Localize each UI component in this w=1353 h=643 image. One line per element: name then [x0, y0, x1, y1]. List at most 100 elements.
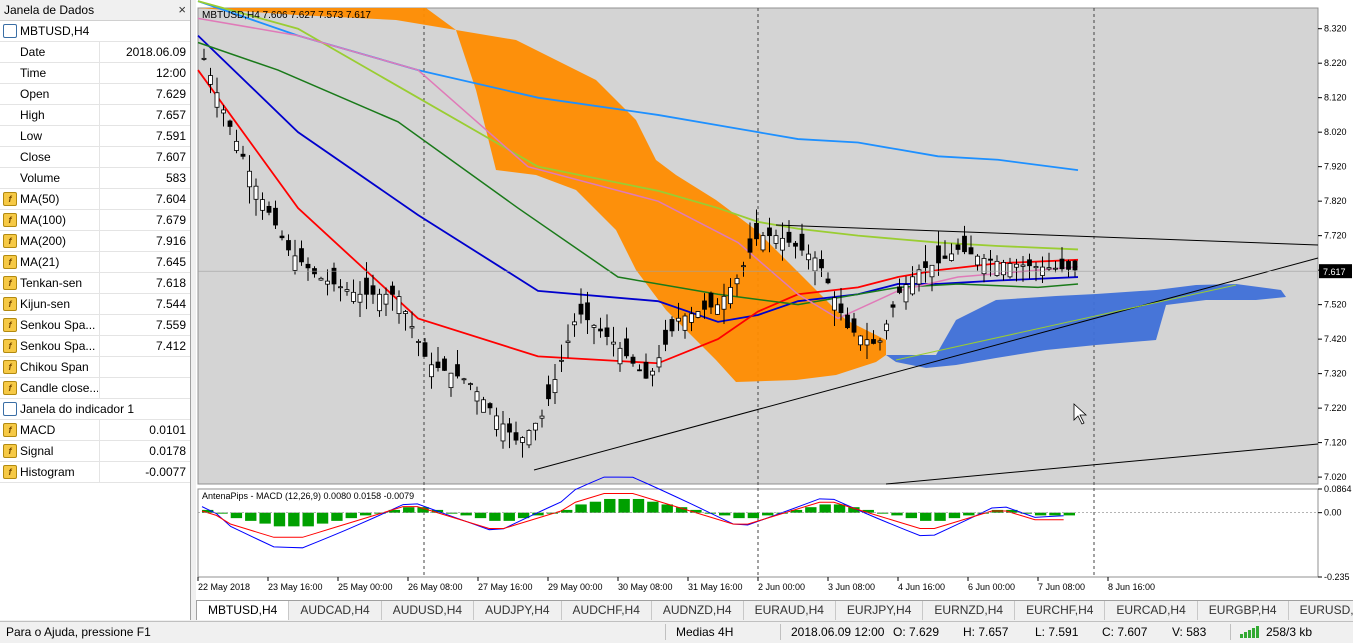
- data-row: Date 2018.06.09: [0, 42, 190, 63]
- candle-body: [1059, 258, 1065, 270]
- macd-histogram-bar: [245, 512, 257, 521]
- indicator-function-icon: f: [3, 192, 17, 206]
- candle-body: [1001, 262, 1006, 276]
- candle-body: [442, 358, 447, 371]
- macd-histogram-bar: [934, 512, 946, 521]
- data-row-value: 7.645: [155, 255, 186, 269]
- macd-histogram-bar: [805, 507, 817, 513]
- candle-body: [520, 437, 525, 443]
- data-row-label: MA(100): [20, 213, 67, 227]
- candle-body: [695, 311, 701, 318]
- data-row-value: 0.0101: [149, 423, 186, 437]
- subwindow-group-row: Janela do indicador 1: [0, 399, 190, 420]
- macd-histogram-bar: [718, 512, 731, 516]
- data-row: f Signal 0.0178: [0, 441, 190, 462]
- close-icon[interactable]: ×: [178, 0, 186, 20]
- candle-body: [643, 361, 649, 379]
- time-axis-label: 6 Jun 00:00: [968, 582, 1015, 592]
- tab-audnzd-h4[interactable]: AUDNZD,H4: [652, 601, 744, 620]
- candle-body: [390, 285, 395, 295]
- data-row-label: Histogram: [20, 465, 75, 479]
- candle-body: [858, 335, 863, 346]
- candle-body: [325, 280, 330, 285]
- candle-body: [299, 248, 304, 263]
- tab-euraud-h4[interactable]: EURAUD,H4: [744, 601, 836, 620]
- macd-histogram-bar: [1049, 512, 1061, 516]
- data-row-value: 583: [165, 171, 186, 185]
- data-row: f Senkou Spa... 7.559: [0, 315, 190, 336]
- data-row-value: 7.604: [155, 192, 186, 206]
- tab-audcad-h4[interactable]: AUDCAD,H4: [289, 601, 382, 620]
- data-row: f Senkou Spa... 7.412: [0, 336, 190, 357]
- macd-histogram-bar: [503, 512, 515, 521]
- tab-eurjpy-h4[interactable]: EURJPY,H4: [836, 601, 924, 620]
- status-open: O: 7.629: [893, 625, 940, 639]
- candle-body: [240, 153, 246, 157]
- data-row-value: 7.679: [155, 213, 186, 227]
- macd-histogram-bar: [647, 501, 659, 513]
- candle-body: [533, 422, 538, 431]
- candle-body: [669, 319, 675, 332]
- help-text: Para o Ajuda, pressione F1: [6, 625, 151, 639]
- tab-eurnzd-h4[interactable]: EURNZD,H4: [923, 601, 1016, 620]
- data-row-label: MACD: [20, 423, 56, 437]
- tab-eurcad-h4[interactable]: EURCAD,H4: [1105, 601, 1198, 620]
- tab-eurusd-h4[interactable]: EURUSD,H4: [1289, 601, 1353, 620]
- candle-body: [1046, 267, 1052, 270]
- candle-body: [747, 238, 753, 253]
- data-row-label: Kijun-sen: [20, 297, 71, 311]
- candle-body: [799, 233, 805, 251]
- macd-histogram-bar: [259, 512, 271, 524]
- candle-body: [435, 361, 441, 368]
- macd-histogram-bar: [1034, 512, 1047, 516]
- data-row-value: 7.412: [155, 339, 186, 353]
- candle-body: [344, 289, 350, 292]
- indicator-window-icon: [3, 402, 17, 416]
- candle-body: [955, 244, 961, 250]
- candle-body: [279, 235, 285, 239]
- tab-mbtusd-h4[interactable]: MBTUSD,H4: [196, 601, 290, 620]
- indicator-function-icon: f: [3, 318, 17, 332]
- candle-body: [227, 120, 233, 127]
- macd-histogram-bar: [905, 512, 918, 519]
- candle-body: [708, 292, 714, 308]
- data-row-label: Senkou Spa...: [20, 318, 96, 332]
- candle-body: [903, 284, 909, 303]
- candle-body: [617, 347, 623, 365]
- tab-audjpy-h4[interactable]: AUDJPY,H4: [474, 601, 562, 620]
- candle-body: [221, 109, 226, 114]
- data-row-value: 0.0178: [149, 444, 186, 458]
- candle-body: [676, 317, 681, 322]
- price-axis-label: 7.520: [1324, 300, 1347, 310]
- tab-eurchf-h4[interactable]: EURCHF,H4: [1015, 601, 1106, 620]
- price-chart[interactable]: MBTUSD,H4 7.606 7.627 7.573 7.617 AntenaP…: [196, 0, 1353, 600]
- price-axis-label: 8.320: [1324, 24, 1347, 34]
- candle-body: [786, 231, 792, 243]
- tab-eurgbp-h4[interactable]: EURGBP,H4: [1198, 601, 1289, 620]
- candle-body: [1020, 264, 1026, 267]
- column-divider: [99, 357, 100, 377]
- price-axis-label: 7.220: [1324, 403, 1347, 413]
- time-axis-label: 30 May 08:00: [618, 582, 673, 592]
- data-row-value: 2018.06.09: [125, 45, 186, 59]
- candle-body: [650, 370, 655, 376]
- candle-body: [663, 329, 668, 345]
- candle-body: [468, 383, 473, 386]
- candle-body: [260, 199, 265, 211]
- data-row-label: MA(50): [20, 192, 60, 206]
- data-row: Volume 583: [0, 168, 190, 189]
- candle-body: [884, 323, 889, 332]
- candle-body: [702, 300, 707, 310]
- candle-body: [916, 269, 922, 285]
- candle-body: [234, 140, 239, 151]
- tab-audchf-h4[interactable]: AUDCHF,H4: [562, 601, 652, 620]
- data-row: Open 7.629: [0, 84, 190, 105]
- candle-body: [975, 255, 980, 266]
- tab-audusd-h4[interactable]: AUDUSD,H4: [382, 601, 475, 620]
- candle-body: [760, 235, 766, 251]
- data-row-value: 7.607: [155, 150, 186, 164]
- macd-histogram-bar: [230, 512, 243, 519]
- candle-body: [539, 415, 545, 419]
- chart-area[interactable]: MBTUSD,H4 7.606 7.627 7.573 7.617 AntenaP…: [196, 0, 1353, 600]
- candle-body: [864, 339, 870, 346]
